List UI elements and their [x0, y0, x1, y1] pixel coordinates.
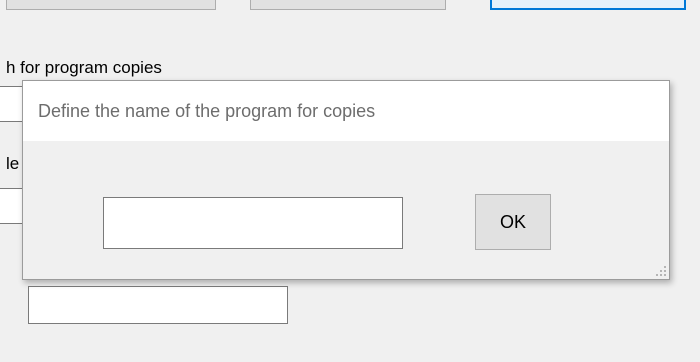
background-button-1[interactable] — [6, 0, 216, 10]
dialog-header: Define the name of the program for copie… — [23, 81, 669, 141]
resize-grip-icon[interactable] — [655, 265, 667, 277]
ok-button[interactable]: OK — [475, 194, 551, 250]
dialog-prompt: Define the name of the program for copie… — [38, 101, 376, 121]
background-button-3-focused[interactable] — [490, 0, 686, 10]
program-copies-path-label: h for program copies — [6, 58, 162, 77]
program-name-input[interactable] — [103, 197, 403, 249]
background-field-3[interactable] — [28, 286, 288, 324]
background-field-label: le — [6, 154, 20, 173]
background-button-2[interactable] — [250, 0, 446, 10]
program-name-dialog: Define the name of the program for copie… — [22, 80, 670, 280]
